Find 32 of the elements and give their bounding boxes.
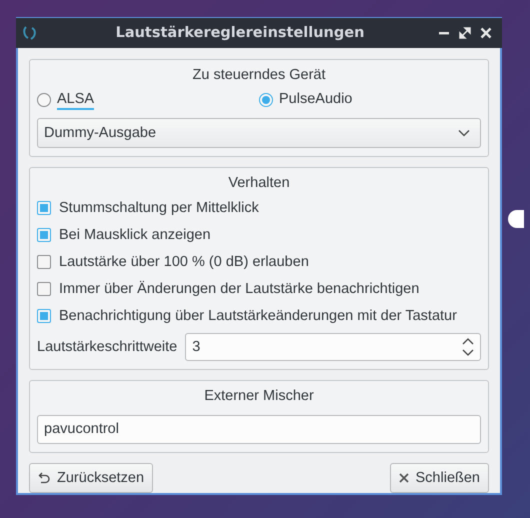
device-dropdown[interactable]: Dummy-Ausgabe [37,118,481,148]
mixer-command-field[interactable]: pavucontrol [37,415,481,444]
window-title: Lautstärkereglereinstellungen [114,25,366,41]
app-icon [22,25,38,41]
checkbox[interactable] [37,308,51,322]
checkbox-label[interactable]: Immer über Änderungen der Lautstärke benachrichtigen [59,280,420,296]
field-label: Lautstärkeschrittweite [37,339,178,355]
group-title: Verhalten [227,174,291,193]
checkbox[interactable] [37,282,51,296]
maximize-icon[interactable] [459,27,471,39]
radio-label[interactable]: PulseAudio [279,90,352,110]
undo-icon [38,472,50,484]
close-button[interactable]: Schließen [390,463,489,493]
checkbox[interactable] [37,200,51,214]
close-icon [398,473,409,483]
checkbox-label[interactable]: Benachrichtigung über Lautstärkeänderungen mit der Tastatur [59,308,457,324]
radio-label[interactable]: ALSA [57,90,94,110]
group-title: Zu steuerndes Gerät [192,66,326,85]
chevron-down-icon [458,129,470,137]
group-title: Externer Mischer [203,387,315,406]
checkbox[interactable] [37,228,51,242]
step-spinbox[interactable]: 3 [185,333,481,361]
reset-button[interactable]: Zurücksetzen [29,463,154,493]
spin-arrows-icon[interactable] [462,337,474,357]
checkbox-label[interactable]: Stummschaltung per Mittelklick [59,200,259,216]
desktop-handle-icon[interactable] [508,210,524,228]
checkbox-label[interactable]: Lautstärke über 100 % (0 dB) erlauben [59,254,309,270]
close-icon[interactable] [480,27,492,39]
radio-button[interactable] [259,93,273,107]
checkbox-label[interactable]: Bei Mausklick anzeigen [59,226,211,242]
checkbox[interactable] [37,254,51,268]
radio-button[interactable] [37,93,51,107]
